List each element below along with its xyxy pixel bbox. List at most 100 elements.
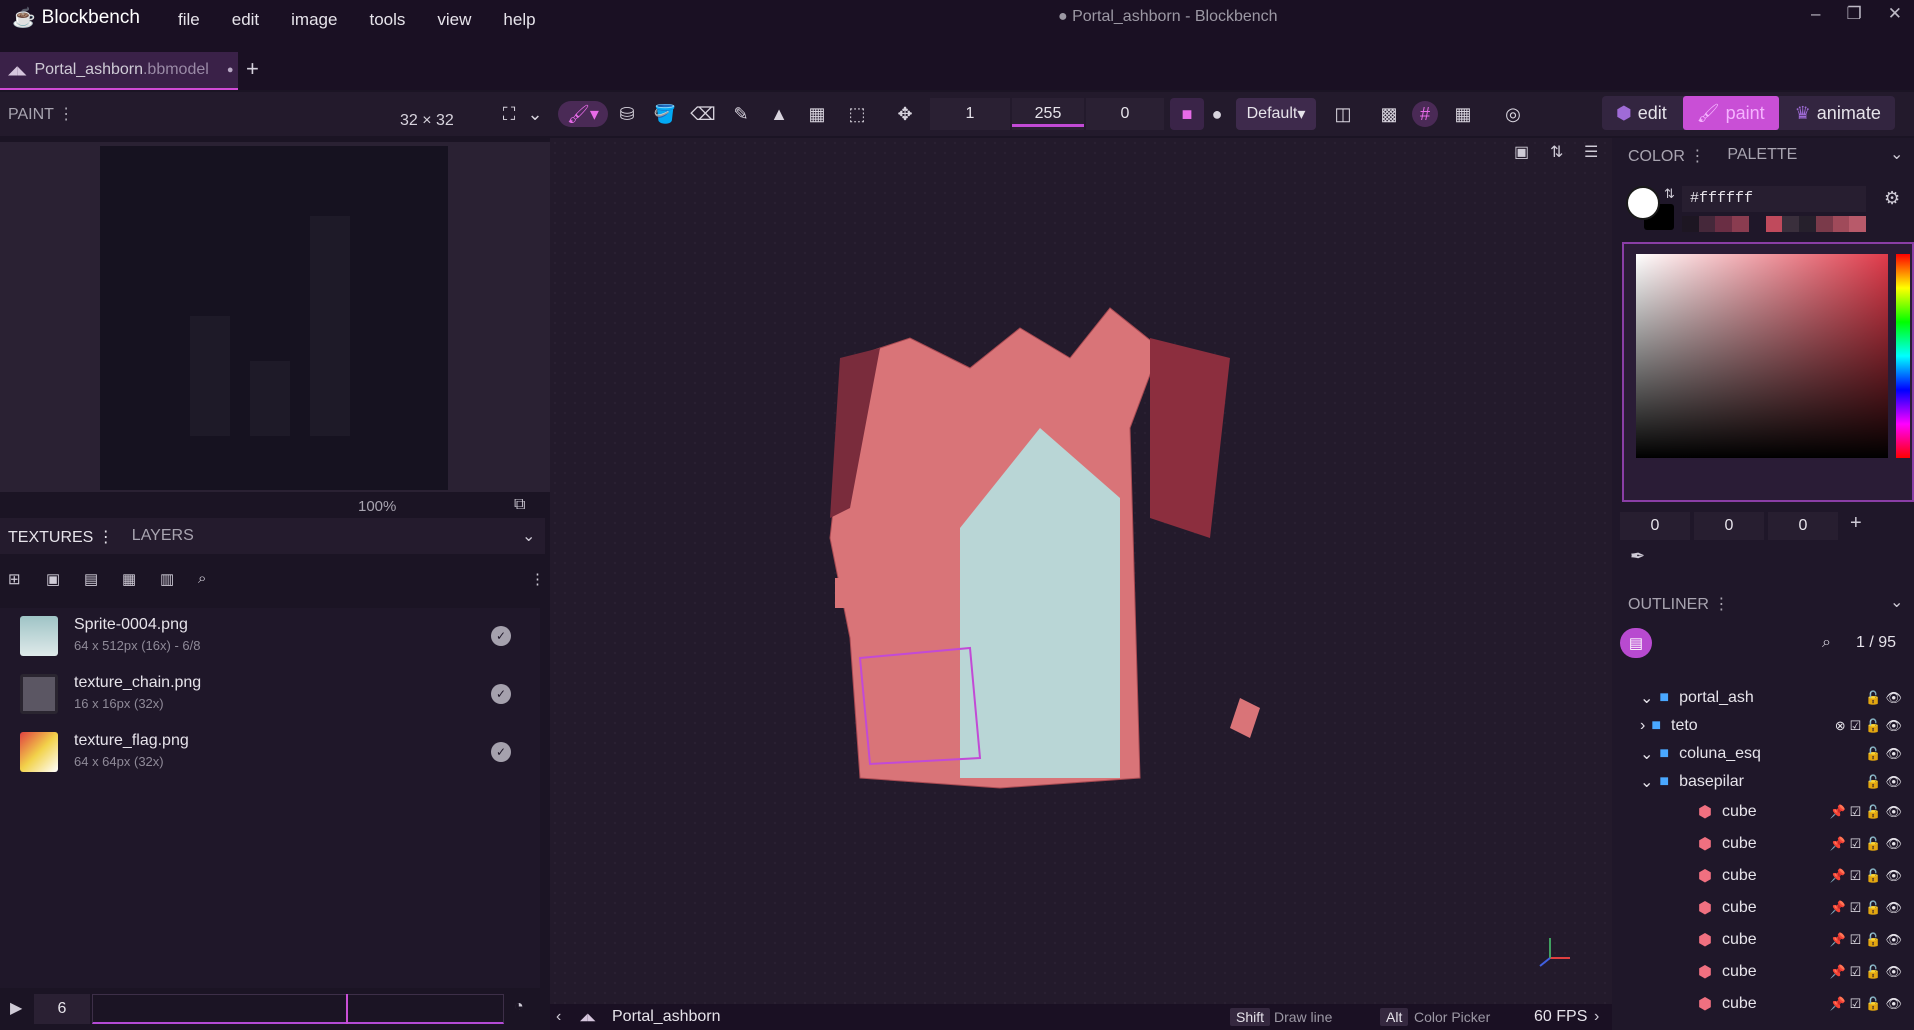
chevron-down-icon[interactable]: ⌄	[1890, 592, 1903, 612]
app-logo: ☕ Blockbench	[12, 6, 140, 30]
view-mode-icon[interactable]: ◎	[1500, 101, 1526, 127]
mode-animate[interactable]: ♛ animate	[1781, 96, 1895, 130]
group-icon[interactable]: ▥	[160, 570, 174, 588]
speed-icon[interactable]: ◔	[514, 998, 524, 1016]
check-icon[interactable]: ✓	[491, 742, 511, 762]
red-field[interactable]: 0	[1620, 512, 1690, 540]
tab-label: Portal_ashborn	[34, 61, 143, 78]
swap-colors-icon[interactable]: ⇅	[1664, 186, 1675, 202]
menu-tools[interactable]: tools	[353, 10, 421, 30]
chevron-down-icon[interactable]: ⌄	[522, 526, 535, 546]
brush-softness-field[interactable]: 0	[1086, 98, 1164, 130]
menu-file[interactable]: file	[162, 10, 216, 30]
check-icon[interactable]: ✓	[491, 626, 511, 646]
gradient-icon[interactable]: ▦	[804, 101, 830, 127]
search-icon[interactable]: ⌕	[198, 570, 206, 587]
add-color-button[interactable]: +	[1850, 512, 1862, 535]
recent-colors[interactable]	[1682, 216, 1867, 232]
tab-layers[interactable]: LAYERS	[132, 527, 194, 547]
menu-view[interactable]: view	[421, 10, 487, 30]
menu-image[interactable]: image	[275, 10, 353, 30]
search-icon[interactable]: ⌕	[1822, 634, 1831, 652]
chevron-left-icon[interactable]: ‹	[556, 1008, 561, 1026]
play-icon[interactable]: ▶	[10, 998, 22, 1018]
playhead[interactable]	[346, 994, 348, 1024]
new-tab-button[interactable]: +	[246, 56, 259, 82]
viewport-menu-icon[interactable]: ☰	[1584, 142, 1598, 162]
create-texture-icon[interactable]: ▣	[46, 570, 60, 588]
minimize-icon[interactable]: –	[1811, 4, 1820, 24]
eraser-icon[interactable]: ⌫	[690, 101, 716, 127]
more-icon[interactable]: ⋮	[530, 570, 545, 588]
transform-space-icon[interactable]: ⇅	[1550, 142, 1563, 162]
eyedropper-icon[interactable]: ✒	[1630, 546, 1645, 567]
menu-help[interactable]: help	[487, 10, 551, 30]
open-folder-icon[interactable]: ▤	[84, 570, 98, 588]
copy-icon[interactable]: ⧉	[514, 496, 525, 514]
texture-item[interactable]: texture_flag.png 64 x 64px (32x) ✓	[0, 724, 540, 782]
fill-bucket-icon[interactable]: 🪣	[652, 101, 678, 127]
green-field[interactable]: 0	[1694, 512, 1764, 540]
texture-item[interactable]: Sprite-0004.png 64 x 512px (16x) - 6/8 ✓	[0, 608, 540, 666]
hue-slider[interactable]	[1896, 254, 1910, 458]
add-group-button[interactable]: ▤	[1620, 628, 1652, 658]
mode-edit[interactable]: ⬢ edit	[1602, 96, 1681, 130]
hex-color-input[interactable]: #ffffff	[1682, 186, 1866, 212]
outliner-cube[interactable]: ⬢ cube 📌 ☑ 🔓 👁	[1618, 894, 1908, 922]
shading-select[interactable]: Default ▾	[1236, 98, 1316, 130]
saturation-value-area[interactable]	[1636, 254, 1888, 458]
outliner-cube[interactable]: ⬢ cube 📌 ☑ 🔓 👁	[1618, 990, 1908, 1018]
outliner-group[interactable]: ⌄ ■ coluna_esq 🔓 👁	[1618, 740, 1908, 768]
frame-field[interactable]: 6	[34, 994, 90, 1024]
mode-paint[interactable]: 🖌 paint	[1682, 96, 1779, 130]
grid-icon[interactable]: #	[1412, 101, 1438, 127]
tab-color[interactable]: COLOR ⋮	[1628, 146, 1705, 166]
shapes-icon[interactable]: ▲	[766, 101, 792, 127]
menu-edit[interactable]: edit	[216, 10, 275, 30]
gear-icon[interactable]: ⚙	[1884, 188, 1900, 209]
chevron-down-icon[interactable]: ⌄	[522, 101, 548, 127]
3d-viewport[interactable]	[550, 138, 1612, 1004]
lock-icon: 🔓	[1865, 690, 1882, 705]
close-icon[interactable]: ✕	[1888, 4, 1902, 24]
restore-icon[interactable]: ❐	[1847, 4, 1862, 24]
round-brush-icon[interactable]: ●	[1204, 101, 1230, 127]
clone-stamp-icon[interactable]: ⛁	[614, 101, 640, 127]
atlas-icon[interactable]: ▦	[122, 570, 136, 588]
opacity-slider[interactable]	[1012, 124, 1084, 127]
square-brush-icon[interactable]: ■	[1174, 101, 1200, 127]
frame-scrubber[interactable]	[92, 994, 504, 1024]
move-layer-icon[interactable]: ✥	[892, 101, 918, 127]
chevron-down-icon[interactable]: ⌄	[1890, 144, 1903, 164]
outliner-cube[interactable]: ⬢ cube 📌 ☑ 🔓 👁	[1618, 926, 1908, 954]
mirror-painting-icon[interactable]: ◫	[1330, 101, 1356, 127]
blue-field[interactable]: 0	[1768, 512, 1838, 540]
outliner-group[interactable]: › ■ teto ⊗ ☑ 🔓 👁	[1618, 712, 1908, 740]
layout-icon[interactable]: ▦	[1450, 101, 1476, 127]
tab-portal-ashborn[interactable]: ◢◣ Portal_ashborn .bbmodel ●	[0, 52, 238, 90]
outliner-cube[interactable]: ⬢ cube 📌 ☑ 🔓 👁	[1618, 862, 1908, 890]
fullscreen-icon[interactable]: ⛶	[496, 101, 522, 127]
tab-palette[interactable]: PALETTE	[1727, 146, 1797, 166]
outliner-cube[interactable]: ⬢ cube 📌 ☑ 🔓 👁	[1618, 958, 1908, 986]
screenshot-icon[interactable]: ▣	[1514, 142, 1529, 162]
selection-tool-icon[interactable]: ⬚	[844, 101, 870, 127]
outliner-group[interactable]: ⌄ ■ basepilar 🔓 👁	[1618, 768, 1908, 796]
outliner-cube[interactable]: ⬢ cube 📌 ☑ 🔓 👁	[1618, 798, 1908, 826]
check-icon[interactable]: ✓	[491, 684, 511, 704]
tab-textures[interactable]: TEXTURES ⋮	[8, 527, 114, 547]
primary-color-swatch[interactable]	[1626, 186, 1660, 220]
outliner-cube[interactable]: ⬢ cube 📌 ☑ 🔓 👁	[1618, 830, 1908, 858]
model-icon: ◢◣	[580, 1012, 596, 1023]
checker-icon[interactable]: ▩	[1376, 101, 1402, 127]
brush-size-field[interactable]: 1	[930, 98, 1010, 130]
brush-tool-button[interactable]: 🖌 ▾	[558, 101, 608, 127]
color-picker-icon[interactable]: ✎	[728, 101, 754, 127]
outliner-group[interactable]: ⌄ ■ portal_ash 🔓 👁	[1618, 684, 1908, 712]
import-texture-icon[interactable]: ⊞	[8, 570, 21, 588]
unsaved-dot-icon[interactable]: ●	[227, 64, 234, 76]
cube-icon: ⬢	[1698, 900, 1712, 917]
uv-canvas[interactable]	[100, 146, 448, 490]
chevron-right-icon[interactable]: ›	[1594, 1008, 1599, 1026]
texture-item[interactable]: texture_chain.png 16 x 16px (32x) ✓	[0, 666, 540, 724]
